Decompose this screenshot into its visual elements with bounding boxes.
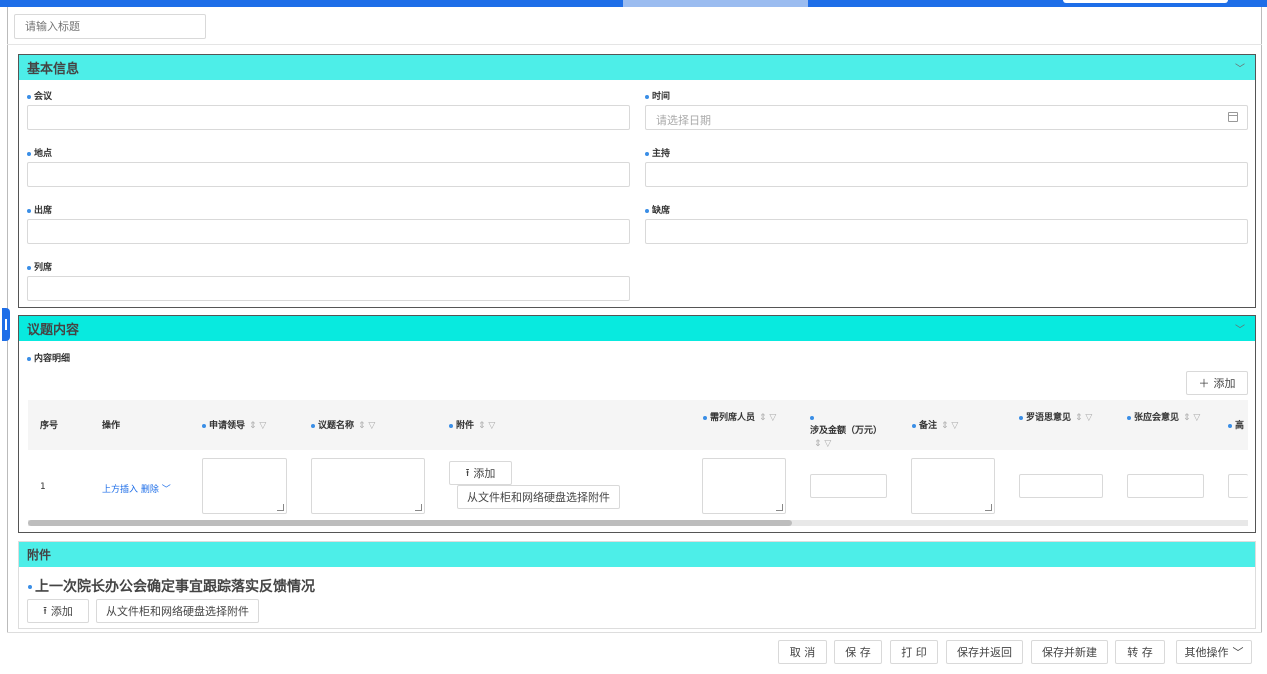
side-panel-toggle[interactable] <box>2 308 10 341</box>
scrollbar-thumb[interactable] <box>28 520 792 526</box>
transfer-button[interactable]: 转 存 <box>1115 640 1165 664</box>
choose-from-cabinet-button[interactable]: 从文件柜和网络硬盘选择附件 <box>457 485 620 509</box>
col-amount[interactable]: 涉及金额（万元）⇕ ▽ <box>810 412 885 451</box>
attachment-upload-button[interactable]: ⭱ 添加 <box>27 599 89 623</box>
chevron-down-icon: ﹀ <box>1232 646 1244 659</box>
cancel-button[interactable]: 取 消 <box>778 640 827 664</box>
sort-filter-icon: ⇕ ▽ <box>759 413 777 423</box>
host-field[interactable] <box>645 162 1248 187</box>
active-tab[interactable] <box>623 0 808 7</box>
col-leader[interactable]: 申请领导 ⇕ ▽ <box>202 420 266 433</box>
upload-icon: ⭱ <box>43 603 47 617</box>
delete-link[interactable]: 删除 <box>141 485 159 495</box>
plus-icon: ＋ <box>1198 377 1210 390</box>
leader-textarea[interactable] <box>202 458 287 514</box>
location-label: 地点 <box>27 146 52 159</box>
agenda-header[interactable]: 议题内容 ﹀ <box>19 316 1255 341</box>
attendees-label: 出席 <box>27 203 52 216</box>
print-button[interactable]: 打 印 <box>890 640 938 664</box>
col-index: 序号 <box>40 421 59 431</box>
chevron-down-icon[interactable]: ﹀ <box>162 485 171 495</box>
col-gao-opinion[interactable]: 高 <box>1228 420 1244 433</box>
upload-button[interactable]: ⭱ 添加 <box>449 461 512 485</box>
time-picker[interactable]: 请选择日期 <box>645 105 1248 130</box>
col-remark[interactable]: 备注 ⇕ ▽ <box>912 420 958 433</box>
section-title: 基本信息 <box>27 62 80 77</box>
sort-filter-icon: ⇕ ▽ <box>1075 413 1093 423</box>
sort-filter-icon: ⇕ ▽ <box>814 439 832 449</box>
other-actions-dropdown[interactable]: 其他操作 ﹀ <box>1176 640 1252 664</box>
row-index: 1 <box>40 482 46 492</box>
sort-filter-icon: ⇕ ▽ <box>478 421 496 431</box>
observers-label: 列席 <box>27 260 52 273</box>
luo-opinion-input[interactable] <box>1019 474 1103 498</box>
attendees-textarea[interactable] <box>702 458 786 514</box>
amount-input[interactable] <box>810 474 887 498</box>
add-row-button[interactable]: ＋添加 <box>1186 371 1248 395</box>
meeting-field[interactable] <box>27 105 630 130</box>
sort-filter-icon: ⇕ ▽ <box>358 421 376 431</box>
absent-field[interactable] <box>645 219 1248 244</box>
attachment-item-title: 上一次院长办公会确定事宜跟踪落实反馈情况 <box>28 576 315 596</box>
calendar-icon[interactable] <box>1228 112 1238 122</box>
attachment-choose-button[interactable]: 从文件柜和网络硬盘选择附件 <box>96 599 259 623</box>
upload-icon: ⭱ <box>465 465 470 479</box>
col-zhang-opinion[interactable]: 张应会意见 ⇕ ▽ <box>1127 412 1207 425</box>
topic-textarea[interactable] <box>311 458 425 514</box>
attachments-header[interactable]: 附件 <box>19 542 1255 567</box>
location-field[interactable] <box>27 162 630 187</box>
absent-label: 缺席 <box>645 203 670 216</box>
top-nav-bar <box>0 0 1267 7</box>
search-box[interactable] <box>1063 0 1228 3</box>
attendees-field[interactable] <box>27 219 630 244</box>
detail-label: 内容明细 <box>27 351 70 364</box>
save-return-button[interactable]: 保存并返回 <box>946 640 1023 664</box>
insert-above-link[interactable]: 上方插入 <box>102 485 138 495</box>
col-attachment[interactable]: 附件 ⇕ ▽ <box>449 420 495 433</box>
sort-filter-icon: ⇕ ▽ <box>941 421 959 431</box>
sort-filter-icon: ⇕ ▽ <box>249 421 267 431</box>
time-placeholder: 请选择日期 <box>656 114 711 127</box>
chevron-down-icon[interactable]: ﹀ <box>1235 60 1245 75</box>
section-title: 附件 <box>27 548 52 562</box>
remark-textarea[interactable] <box>911 458 995 514</box>
gao-opinion-input[interactable] <box>1228 474 1248 498</box>
host-label: 主持 <box>645 146 670 159</box>
divider <box>7 44 1262 45</box>
observers-field[interactable] <box>27 276 630 301</box>
time-label: 时间 <box>645 89 670 102</box>
sort-filter-icon: ⇕ ▽ <box>1183 413 1201 423</box>
col-topic[interactable]: 议题名称 ⇕ ▽ <box>311 420 375 433</box>
row-actions: 上方插入 删除 ﹀ <box>102 482 171 495</box>
basic-info-header[interactable]: 基本信息 ﹀ <box>19 55 1255 80</box>
col-luo-opinion[interactable]: 罗语思意见 ⇕ ▽ <box>1019 412 1099 425</box>
title-input[interactable] <box>14 14 206 39</box>
col-actions: 操作 <box>102 421 121 431</box>
section-title: 议题内容 <box>27 323 80 338</box>
save-button[interactable]: 保 存 <box>834 640 882 664</box>
save-new-button[interactable]: 保存并新建 <box>1031 640 1108 664</box>
zhang-opinion-input[interactable] <box>1127 474 1204 498</box>
chevron-down-icon[interactable]: ﹀ <box>1235 321 1245 336</box>
col-required-attendees[interactable]: 需列席人员 ⇕ ▽ <box>703 412 783 425</box>
meeting-label: 会议 <box>27 89 52 102</box>
horizontal-scrollbar[interactable] <box>28 520 1248 526</box>
